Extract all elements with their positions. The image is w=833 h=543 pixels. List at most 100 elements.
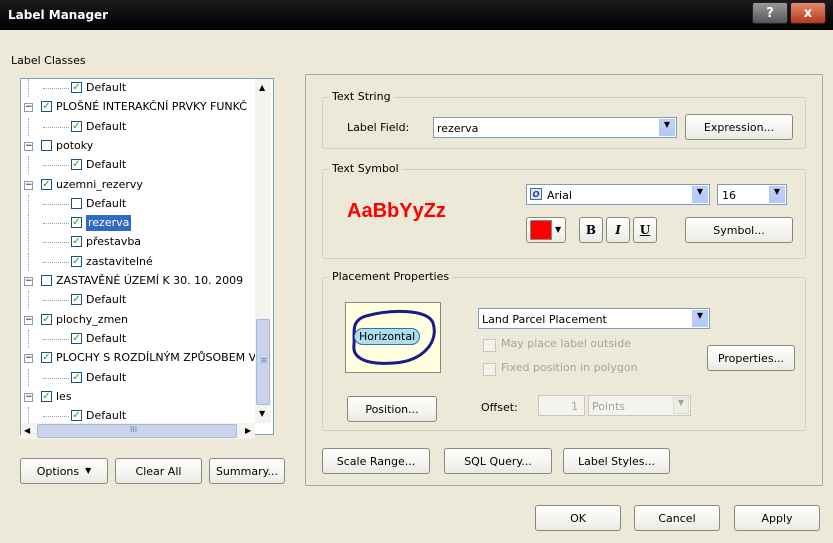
- scale-range-button[interactable]: Scale Range...: [322, 448, 430, 474]
- scroll-thumb[interactable]: ≡: [256, 319, 270, 405]
- tree-subclass-row[interactable]: ✓ zastavitelné: [21, 252, 257, 271]
- tree-class-row[interactable]: − ✓ plochy_zmen: [21, 311, 257, 329]
- text-symbol-title: Text Symbol: [329, 162, 402, 175]
- close-button[interactable]: x: [790, 2, 826, 24]
- may-place-outside-checkbox[interactable]: [483, 339, 496, 352]
- dropdown-arrow-icon[interactable]: ▼: [692, 310, 708, 327]
- tree-line: [28, 156, 29, 175]
- checkbox-checked[interactable]: ✓: [71, 255, 82, 267]
- tree-class-row[interactable]: − ✓ uzemni_rezervy: [21, 176, 257, 194]
- tree-subclass-row[interactable]: ✓ Default: [21, 117, 257, 136]
- tree-line: [28, 233, 29, 252]
- dropdown-arrow-icon[interactable]: ▼: [659, 119, 675, 136]
- checkbox-checked[interactable]: ✓: [71, 294, 82, 306]
- hscroll-thumb[interactable]: III: [37, 424, 237, 438]
- checkbox-checked[interactable]: ✓: [41, 390, 52, 402]
- title-bar[interactable]: Label Manager ? x: [0, 0, 833, 30]
- dropdown-arrow-icon[interactable]: ▼: [769, 186, 785, 203]
- opentype-font-icon: O: [530, 188, 542, 200]
- symbol-button[interactable]: Symbol...: [685, 217, 793, 243]
- tree-line: [43, 261, 69, 263]
- tree-class-row[interactable]: − potoky: [21, 137, 257, 155]
- clear-all-button[interactable]: Clear All: [115, 458, 202, 484]
- dropdown-arrow-icon[interactable]: ▼: [692, 186, 708, 203]
- tree-line: [43, 165, 69, 167]
- offset-input[interactable]: 1: [538, 395, 585, 416]
- scroll-grip-icon: ≡: [260, 356, 268, 366]
- offset-caption: Offset:: [481, 401, 518, 414]
- tree-subclass-row[interactable]: ✓ Default: [21, 156, 257, 175]
- options-button[interactable]: Options ▼: [20, 458, 108, 484]
- class-properties-panel: Text String Label Field: rezerva ▼ Expre…: [305, 74, 823, 486]
- collapse-icon[interactable]: −: [24, 103, 33, 113]
- collapse-icon[interactable]: −: [24, 354, 33, 364]
- tree-class-row[interactable]: − ✓ PLOCHY S ROZDÍLNÝM ZPŮSOBEM V: [21, 349, 257, 367]
- underline-button[interactable]: U: [633, 217, 657, 243]
- font-select[interactable]: O Arial ▼: [526, 184, 710, 205]
- scroll-left-arrow-icon[interactable]: ◀: [24, 426, 30, 435]
- expression-button[interactable]: Expression...: [685, 114, 793, 140]
- collapse-icon[interactable]: −: [24, 315, 33, 325]
- collapse-icon[interactable]: −: [24, 180, 33, 190]
- checkbox-checked[interactable]: ✓: [41, 178, 52, 190]
- label-field-select[interactable]: rezerva ▼: [433, 117, 677, 138]
- checkbox-unchecked[interactable]: [71, 197, 82, 209]
- checkbox-checked[interactable]: ✓: [71, 371, 82, 383]
- label-field-caption: Label Field:: [347, 121, 410, 134]
- italic-button[interactable]: I: [606, 217, 630, 243]
- tree-vertical-scrollbar[interactable]: ▲ ≡ ▼: [255, 79, 271, 423]
- collapse-icon[interactable]: −: [24, 141, 33, 151]
- tree-subclass-row[interactable]: ✓ Default: [21, 368, 257, 387]
- checkbox-checked[interactable]: ✓: [71, 410, 82, 422]
- tree-class-row[interactable]: − ZASTAVĚNÉ ÚZEMÍ K 30. 10. 2009: [21, 272, 257, 290]
- tree-subclass-row[interactable]: ✓ rezerva: [21, 214, 257, 233]
- properties-button[interactable]: Properties...: [707, 345, 795, 371]
- checkbox-checked[interactable]: ✓: [71, 217, 82, 229]
- font-size-select[interactable]: 16 ▼: [717, 184, 787, 205]
- checkbox-checked[interactable]: ✓: [71, 120, 82, 132]
- tree-subclass-row[interactable]: Default: [21, 194, 257, 213]
- bold-button[interactable]: B: [579, 217, 603, 243]
- tree-class-row[interactable]: − ✓ PLOŠNÉ INTERAKČNÍ PRVKY FUNKČ: [21, 98, 257, 116]
- scroll-down-arrow-icon[interactable]: ▼: [259, 409, 265, 418]
- checkbox-checked[interactable]: ✓: [41, 313, 52, 325]
- help-button[interactable]: ?: [752, 2, 788, 24]
- placement-select[interactable]: Land Parcel Placement ▼: [478, 308, 710, 329]
- checkbox-checked[interactable]: ✓: [41, 352, 52, 364]
- offset-units-select[interactable]: Points ▼: [588, 395, 691, 416]
- collapse-icon[interactable]: −: [24, 392, 33, 402]
- apply-button[interactable]: Apply: [734, 505, 820, 531]
- checkbox-checked[interactable]: ✓: [71, 236, 82, 248]
- collapse-icon[interactable]: −: [24, 277, 33, 286]
- checkbox-checked[interactable]: ✓: [71, 159, 82, 171]
- checkbox-checked[interactable]: ✓: [41, 101, 52, 113]
- tree-line: [28, 329, 29, 348]
- cancel-button[interactable]: Cancel: [634, 505, 720, 531]
- tree-subclass-row[interactable]: ✓ Default: [21, 291, 257, 310]
- dropdown-arrow-icon[interactable]: ▼: [673, 397, 689, 414]
- color-picker-button[interactable]: ▼: [526, 217, 566, 243]
- tree-subclass-row[interactable]: ✓ Default: [21, 329, 257, 348]
- fixed-position-checkbox[interactable]: [483, 363, 496, 376]
- label-styles-button[interactable]: Label Styles...: [563, 448, 670, 474]
- checkbox-checked[interactable]: ✓: [71, 332, 82, 344]
- tree-line: [28, 79, 29, 97]
- tree-line: [28, 291, 29, 310]
- sql-query-button[interactable]: SQL Query...: [444, 448, 552, 474]
- summary-button[interactable]: Summary...: [209, 458, 285, 484]
- checkbox-unchecked[interactable]: [41, 139, 52, 151]
- tree-horizontal-scrollbar[interactable]: ◀ III ▶: [21, 423, 255, 439]
- tree-item-label: Default: [86, 119, 127, 133]
- ok-button[interactable]: OK: [535, 505, 621, 531]
- checkbox-checked[interactable]: ✓: [71, 82, 82, 93]
- tree-subclass-row[interactable]: ✓ přestavba: [21, 233, 257, 252]
- position-button[interactable]: Position...: [347, 396, 437, 422]
- tree-subclass-row[interactable]: ✓ Default: [21, 79, 257, 97]
- label-classes-tree[interactable]: ✓ Default − ✓ PLOŠNÉ INTERAKČNÍ PRVKY FUNKČ ✓…: [20, 78, 274, 435]
- tree-class-row[interactable]: − ✓ les: [21, 388, 257, 406]
- checkbox-unchecked[interactable]: [41, 275, 52, 286]
- scroll-up-arrow-icon[interactable]: ▲: [259, 83, 265, 92]
- scroll-right-arrow-icon[interactable]: ▶: [245, 426, 251, 435]
- tree-line: [43, 242, 69, 244]
- options-label: Options: [36, 464, 80, 478]
